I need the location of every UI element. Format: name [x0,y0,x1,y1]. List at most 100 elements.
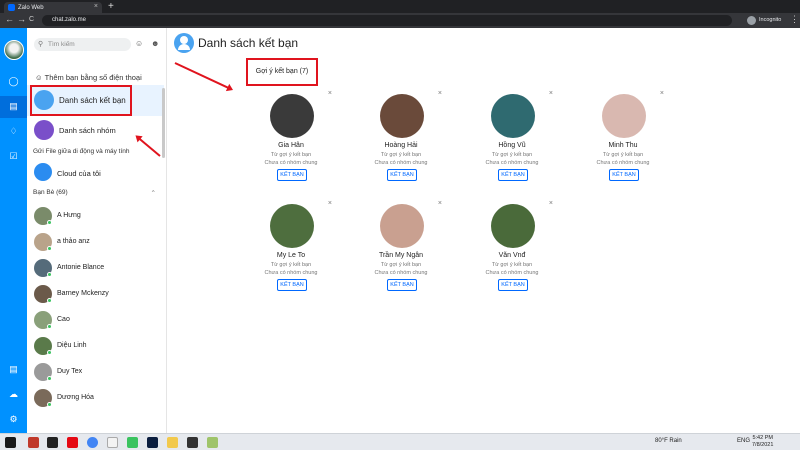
app-icon[interactable] [187,437,198,448]
mutual-groups: Chưa có nhóm chung [374,270,428,276]
dismiss-icon[interactable]: × [549,200,553,207]
chrome-icon[interactable] [87,437,98,448]
app-icon[interactable] [47,437,58,448]
sidebar-item-friend-list[interactable]: Danh sách kết bạn [27,85,164,116]
avatar[interactable] [602,94,646,138]
friend-row[interactable]: A Hưng [27,204,164,230]
file-explorer-icon[interactable] [167,437,178,448]
friend-row[interactable]: Duy Tex [27,360,164,386]
add-friend-button[interactable]: KẾT BẠN [609,169,639,181]
dismiss-icon[interactable]: × [549,90,553,97]
my-cloud-icon [34,163,52,181]
friend-list-label: Danh sách kết bạn [59,96,126,105]
cloud-icon[interactable]: ☁ [8,389,19,400]
sidebar-item-cloud[interactable]: Cloud của tôi [27,163,164,183]
browser-tab[interactable]: Zalo Web × [4,2,102,13]
avatar[interactable] [491,94,535,138]
friend-row[interactable]: Dương Hóa [27,386,164,412]
suggestion-source: Từ gợi ý kết bạn [380,262,422,268]
suggestion-card: × Trần My Ngân Từ gợi ý kết bạn Chưa có nhó… [358,200,444,295]
netflix-icon[interactable] [67,437,78,448]
incognito-badge[interactable]: Incognito [745,15,787,26]
sidebar-item-group-list[interactable]: Danh sách nhóm [27,118,164,142]
create-group-icon[interactable]: ☻ [151,39,159,48]
online-status-icon [47,376,52,381]
add-friend-button[interactable]: KẾT BẠN [387,279,417,291]
friend-row[interactable]: a thảo anz [27,230,164,256]
notification-icon[interactable]: ♢ [8,126,19,137]
settings-icon[interactable]: ⚙ [8,414,19,425]
line-icon[interactable] [127,437,138,448]
start-icon[interactable] [5,437,16,448]
date-label: 7/8/2021 [752,442,774,448]
suggestion-name: Trần My Ngân [378,252,424,259]
app-icon[interactable] [107,437,118,448]
user-avatar[interactable] [4,40,24,60]
add-friend-button[interactable]: KẾT BẠN [277,169,307,181]
friend-row[interactable]: Antonie Blance [27,256,164,282]
message-icon[interactable]: ◯ [8,76,19,87]
app-icon[interactable] [28,437,39,448]
url-input[interactable]: chat.zalo.me [42,15,732,26]
add-friend-button[interactable]: KẾT BẠN [277,279,307,291]
back-icon[interactable]: ← [5,14,14,24]
add-friend-button[interactable]: KẾT BẠN [498,169,528,181]
dismiss-icon[interactable]: × [438,200,442,207]
avatar[interactable] [270,94,314,138]
sidebar-scrollbar[interactable] [162,88,165,158]
add-friend-by-phone[interactable]: ☺ Thêm bạn bằng số điện thoại [27,72,164,84]
dismiss-icon[interactable]: × [328,90,332,97]
avatar[interactable] [491,204,535,248]
todo-icon[interactable]: ☑ [8,151,19,162]
friend-name: Antonie Blance [57,264,105,271]
friend-row[interactable]: Cao [27,308,164,334]
friend-name: Duy Tex [57,368,83,375]
page-title: Danh sách kết bạn [198,36,299,50]
avatar[interactable] [380,204,424,248]
friend-name: Barney Mckenzy [57,290,109,297]
friend-row[interactable]: Barney Mckenzy [27,282,164,308]
app-icon[interactable] [207,437,218,448]
avatar[interactable] [270,204,314,248]
tab-title: Zalo Web [18,4,44,11]
friend-name: Dương Hóa [57,394,94,401]
send-file-label: Gửi File giữa di động và máy tính [33,148,130,155]
friends-count-label: Bạn Bè (69) [33,189,68,196]
online-status-icon [47,272,52,277]
online-status-icon [47,402,52,407]
online-status-icon [47,220,52,225]
clock[interactable]: 5:42 PM 7/8/2021 [752,435,773,449]
main-panel: Danh sách kết bạn Gợi ý kết bạn (7) × Gia… [168,28,800,433]
document-icon[interactable]: ▤ [8,364,19,375]
new-tab-button[interactable]: + [108,1,114,12]
suggestion-source: Từ gợi ý kết bạn [270,262,312,268]
add-friend-button[interactable]: KẾT BẠN [498,279,528,291]
mutual-groups: Chưa có nhóm chung [374,160,428,166]
add-friend-phone-icon: ☺ [35,73,45,82]
add-friend-button[interactable]: KẾT BẠN [387,169,417,181]
search-input[interactable]: ⚲ Tìm kiếm [34,38,131,51]
friends-header[interactable]: Bạn Bè (69) ⌃ [27,189,164,201]
language-label[interactable]: ENG [737,438,750,444]
add-friend-icon[interactable]: ☺ [135,39,143,48]
dismiss-icon[interactable]: × [328,200,332,207]
send-file-item[interactable]: Gửi File giữa di động và máy tính [27,148,164,160]
dismiss-icon[interactable]: × [660,90,664,97]
friend-name: Diệu Linh [57,342,87,349]
dismiss-icon[interactable]: × [438,90,442,97]
reload-icon[interactable]: C [29,16,34,23]
tab-close-icon[interactable]: × [94,3,98,10]
browser-menu-icon[interactable]: ⋮ [790,14,799,25]
friend-row[interactable]: Diệu Linh [27,334,164,360]
suggestion-name: Gia Hân [278,142,304,149]
friend-list-header-icon [174,33,194,53]
suggestion-source: Từ gợi ý kết bạn [270,152,312,158]
avatar[interactable] [380,94,424,138]
weather-label[interactable]: 80°F Rain [655,438,682,444]
address-bar-row: ← → C chat.zalo.me Incognito ⋮ [0,13,800,28]
contacts-icon[interactable]: ▤ [8,101,19,112]
photoshop-icon[interactable] [147,437,158,448]
forward-icon[interactable]: → [17,14,26,24]
chevron-up-icon[interactable]: ⌃ [151,189,156,197]
suggestion-card: × Minh Thu Từ gợi ý kết bạn Chưa có nhóm ch… [580,90,666,185]
